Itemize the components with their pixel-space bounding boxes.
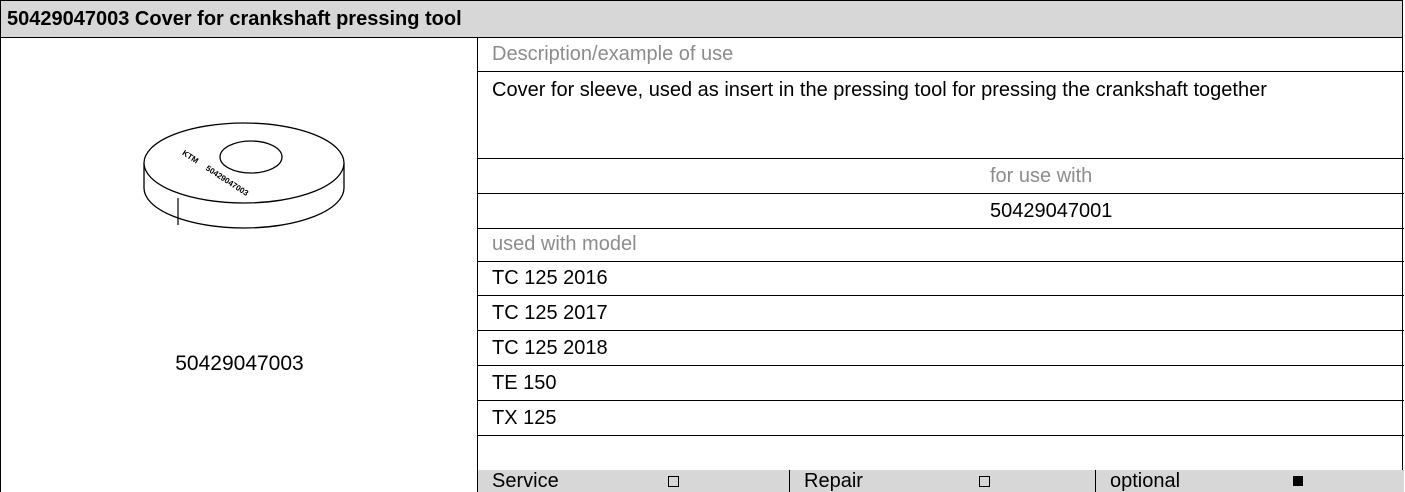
usage-optional-cell: optional bbox=[1096, 470, 1404, 492]
description-text: Cover for sleeve, used as insert in the … bbox=[492, 79, 1267, 101]
optional-checkbox-filled-icon bbox=[1293, 476, 1303, 486]
model-row: TC 125 2018 bbox=[478, 331, 1404, 366]
for-use-label: for use with bbox=[990, 165, 1093, 187]
usage-service-label: Service bbox=[492, 470, 559, 492]
description-label: Description/example of use bbox=[492, 43, 734, 65]
model-row: TX 125 bbox=[478, 401, 1404, 436]
usage-repair-label: Repair bbox=[804, 470, 863, 492]
model-item: TC 125 2017 bbox=[492, 302, 608, 324]
model-item: TC 125 2018 bbox=[492, 337, 608, 359]
tool-title: 50429047003 Cover for crankshaft pressin… bbox=[7, 7, 462, 30]
model-item: TX 125 bbox=[492, 407, 557, 429]
cover-disc-illustration: KTM 50429047003 bbox=[143, 122, 345, 229]
for-use-value-row: 50429047001 bbox=[478, 194, 1404, 229]
usage-footer: Service Repair optional bbox=[478, 470, 1404, 492]
spacer-row bbox=[478, 436, 1404, 470]
model-item: TC 125 2016 bbox=[492, 267, 608, 289]
usage-repair-cell: Repair bbox=[790, 470, 1096, 492]
tool-sheet: 50429047003 Cover for crankshaft pressin… bbox=[0, 0, 1405, 492]
for-use-value: 50429047001 bbox=[990, 200, 1113, 222]
tool-table: KTM 50429047003 50429047003 Description/… bbox=[0, 37, 1404, 492]
tool-header: 50429047003 Cover for crankshaft pressin… bbox=[0, 0, 1403, 38]
usage-service-cell: Service bbox=[478, 470, 790, 492]
models-label-row: used with model bbox=[478, 229, 1404, 262]
model-row: TC 125 2017 bbox=[478, 296, 1404, 331]
service-checkbox-icon bbox=[668, 476, 679, 487]
usage-optional-label: optional bbox=[1110, 470, 1181, 492]
description-text-row: Cover for sleeve, used as insert in the … bbox=[478, 72, 1404, 159]
model-row: TC 125 2016 bbox=[478, 262, 1404, 296]
description-label-row: Description/example of use bbox=[478, 37, 1404, 72]
repair-checkbox-icon bbox=[979, 476, 990, 487]
image-cell: KTM 50429047003 50429047003 bbox=[1, 37, 478, 492]
image-part-number: 50429047003 bbox=[175, 352, 304, 375]
models-label: used with model bbox=[492, 233, 637, 255]
for-use-label-row: for use with bbox=[478, 159, 1404, 194]
model-item: TE 150 bbox=[492, 372, 557, 394]
model-row: TE 150 bbox=[478, 366, 1404, 401]
